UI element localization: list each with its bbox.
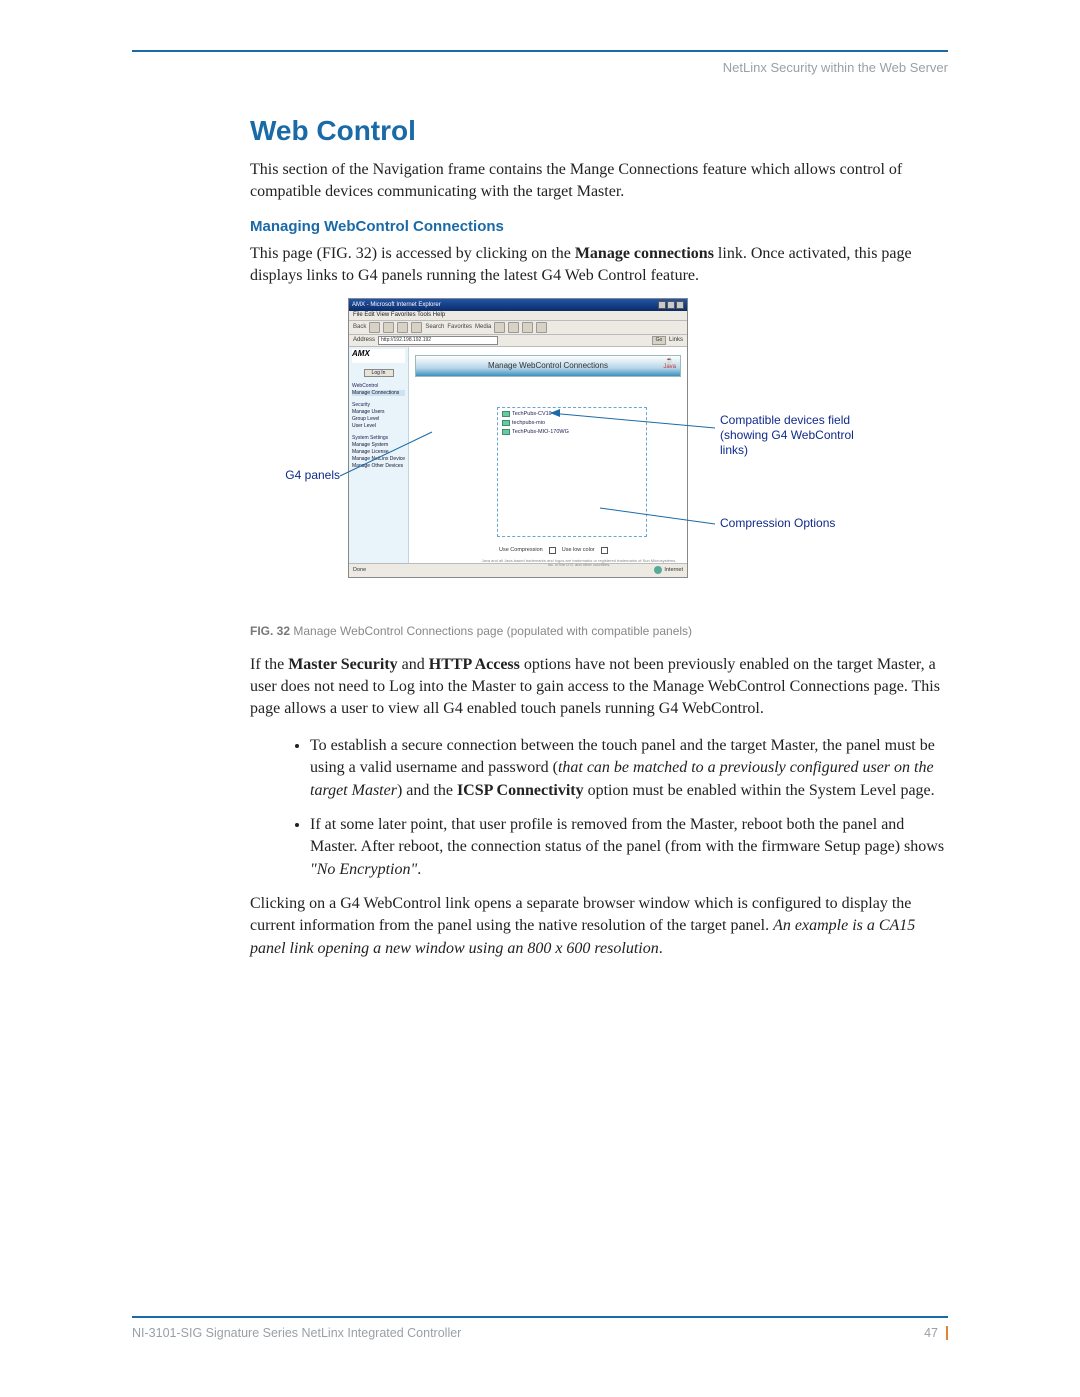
sidebar-item: Manage License [352,449,405,455]
checkbox-icon [601,547,608,554]
amx-logo: AMX [352,349,405,363]
maximize-icon [667,301,675,309]
favorites-label: Favorites [447,324,472,330]
page-footer: NI-3101-SIG Signature Series NetLinx Int… [132,1316,948,1340]
panel-icon [502,420,510,426]
figure-number: FIG. 32 [250,624,290,638]
mail-icon [508,322,519,333]
sidebar-item: Manage Other Devices [352,463,405,469]
callout-compression: Compression Options [720,516,880,531]
links-label: Links [669,337,683,343]
manage-connections-term: Manage connections [575,245,714,262]
devices-field: TechPubs-CV10 techpubs-mio TechPubs-MIO-… [497,407,647,537]
address-label: Address [353,337,375,343]
media-label: Media [475,324,491,330]
status-left: Done [353,567,366,573]
bullet-list: To establish a secure connection between… [310,735,948,881]
history-icon [494,322,505,333]
device-link: techpubs-mio [502,420,642,426]
panel-icon [502,411,510,417]
use-low-color-label: Use low color [562,547,595,553]
callout-devices-field: Compatible devices field (showing G4 Web… [720,413,880,458]
text: and [398,656,429,673]
compression-options: Use Compression Use low color [499,547,608,554]
emphasis: "No Encryption" [310,861,417,878]
window-title: AMX - Microsoft Internet Explorer [352,302,441,308]
text: ) and the [397,782,457,799]
main-panel: Manage WebControl Connections ☕Java Tech… [409,347,687,563]
intro-paragraph: This section of the Navigation frame con… [250,159,948,204]
browser-window: AMX - Microsoft Internet Explorer File E… [348,298,688,578]
text: . [659,940,663,957]
device-name: TechPubs-MIO-170WG [512,429,569,435]
list-item: If at some later point, that user profil… [310,814,948,881]
term-icsp-connectivity: ICSP Connectivity [457,782,584,799]
page-header: NetLinx Security within the Web Server [132,60,948,75]
device-name: TechPubs-CV10 [512,411,552,417]
paragraph-click-link: Clicking on a G4 WebControl link opens a… [250,893,948,960]
sidebar-item-manage-connections: Manage Connections [352,390,405,396]
print-icon [522,322,533,333]
subsection-intro: This page (FIG. 32) is accessed by click… [250,243,948,288]
sidebar-item: Manage NetLinx Devices [352,456,405,462]
window-titlebar: AMX - Microsoft Internet Explorer [349,299,687,311]
text: option must be enabled within the System… [584,782,935,799]
page-number: 47 [924,1326,948,1340]
sidebar-section-system: System Settings [352,435,405,441]
close-icon [676,301,684,309]
sidebar: AMX Log In WebControl Manage Connections… [349,347,409,563]
edit-icon [536,322,547,333]
use-compression-label: Use Compression [499,547,543,553]
text: . [417,861,421,878]
back-label: Back [353,324,366,330]
address-bar: Address http://192.198.192.192 Go Links [349,335,687,347]
text: If at some later point, that user profil… [310,816,944,855]
text: If the [250,656,288,673]
panel-icon [502,429,510,435]
section-heading: Web Control [250,115,948,147]
go-button: Go [652,336,666,345]
term-master-security: Master Security [288,656,397,673]
sidebar-item: Manage Users [352,409,405,415]
sidebar-item: User Level [352,423,405,429]
window-buttons [658,301,684,309]
menubar: File Edit View Favorites Tools Help [349,311,687,321]
figure-caption: FIG. 32 Manage WebControl Connections pa… [250,624,948,638]
java-logo: ☕Java [663,358,676,370]
java-label: Java [663,364,676,370]
figure-caption-text: Manage WebControl Connections page (popu… [290,624,692,638]
term-http-access: HTTP Access [429,656,520,673]
status-zone: Internet [664,567,683,573]
footer-title: NI-3101-SIG Signature Series NetLinx Int… [132,1326,461,1340]
paragraph-security-note: If the Master Security and HTTP Access o… [250,654,948,721]
checkbox-icon [549,547,556,554]
sidebar-item: Manage System [352,442,405,448]
toolbar: Back Search Favorites Media [349,321,687,335]
search-label: Search [425,324,444,330]
nav-icon [369,322,380,333]
minimize-icon [658,301,666,309]
sidebar-item: Group Level [352,416,405,422]
home-icon [411,322,422,333]
refresh-icon [397,322,408,333]
page-body: AMX Log In WebControl Manage Connections… [349,347,687,563]
sidebar-section-security: Security [352,402,405,408]
banner-title: Manage WebControl Connections [488,361,608,370]
subsection-heading: Managing WebControl Connections [250,218,948,235]
login-button: Log In [364,369,394,377]
device-link: TechPubs-MIO-170WG [502,429,642,435]
device-name: techpubs-mio [512,420,545,426]
text: This page (FIG. 32) is accessed by click… [250,245,575,262]
callout-g4-panels: G4 panels [250,468,340,483]
figure-32: AMX - Microsoft Internet Explorer File E… [250,298,948,618]
java-fineprint: Java and all Java-based trademarks and l… [479,559,679,568]
device-link: TechPubs-CV10 [502,411,642,417]
list-item: To establish a secure connection between… [310,735,948,802]
sidebar-section-webcontrol: WebControl [352,383,405,389]
address-url: http://192.198.192.192 [378,336,498,345]
page-banner: Manage WebControl Connections ☕Java [415,355,681,377]
stop-icon [383,322,394,333]
